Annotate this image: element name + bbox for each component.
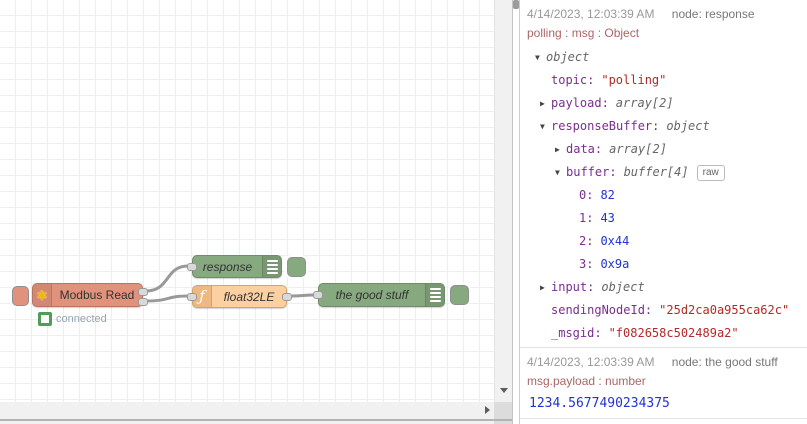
debug-message-meta: 4/14/2023, 12:03:39 AM node: response bbox=[527, 5, 799, 23]
debug-timestamp: 4/14/2023, 12:03:39 AM bbox=[527, 355, 655, 369]
wire-layer bbox=[144, 264, 316, 303]
node-label: float32LE bbox=[223, 289, 275, 304]
tree-row: ▼ buffer: buffer[4] raw bbox=[527, 161, 799, 184]
status-label: connected bbox=[56, 313, 107, 325]
scroll-down-arrow-icon[interactable] bbox=[500, 388, 508, 393]
tree-expand-icon[interactable]: ▶ bbox=[555, 138, 566, 161]
output-port-1[interactable] bbox=[138, 288, 148, 296]
debug-toggle-button[interactable] bbox=[450, 285, 469, 305]
tree-row: _msgid: "f082658c502489a2" bbox=[551, 326, 739, 340]
output-port-2[interactable] bbox=[138, 298, 148, 306]
tree-row: ▼ object bbox=[527, 46, 799, 69]
wire-float32le-to-goodstuff[interactable] bbox=[290, 293, 316, 298]
input-port[interactable] bbox=[313, 291, 323, 299]
debug-message[interactable]: 4/14/2023, 12:03:39 AM node: response po… bbox=[520, 0, 807, 348]
tree-row: ▶ data: array[2] bbox=[527, 138, 799, 161]
debug-toggle-button[interactable] bbox=[287, 257, 306, 277]
debug-list-icon bbox=[262, 256, 281, 277]
tree-expand-icon[interactable]: ▼ bbox=[555, 161, 566, 184]
raw-button[interactable]: raw bbox=[696, 164, 725, 181]
debug-source-node[interactable]: node: the good stuff bbox=[672, 355, 778, 369]
node-float32le-function[interactable]: ƒ float32LE bbox=[187, 285, 292, 308]
node-red-window: ✱ Modbus Read connected response ƒ float… bbox=[0, 0, 807, 424]
debug-object-tree: ▼ object topic: "polling" ▶ payload: arr… bbox=[527, 46, 799, 345]
tree-expand-icon[interactable]: ▶ bbox=[540, 92, 551, 115]
debug-message[interactable]: 4/14/2023, 12:03:39 AM node: the good st… bbox=[520, 348, 807, 419]
tree-row: ▶ payload: array[2] bbox=[527, 92, 799, 115]
node-goodstuff-debug[interactable]: the good stuff bbox=[313, 283, 469, 307]
tree-row: topic: "polling" bbox=[551, 73, 667, 87]
node-label: the good stuff bbox=[335, 288, 409, 302]
node-response-debug[interactable]: response bbox=[187, 255, 306, 278]
node-label: Modbus Read bbox=[59, 288, 135, 302]
debug-sidebar[interactable]: 4/14/2023, 12:03:39 AM node: response po… bbox=[520, 0, 807, 424]
status-ring-icon bbox=[38, 312, 52, 326]
wire-modbus-to-response[interactable] bbox=[144, 264, 190, 293]
tree-row: ▶ input: object bbox=[527, 276, 799, 299]
sidebar-splitter[interactable] bbox=[512, 0, 520, 424]
tree-expand-icon[interactable]: ▼ bbox=[540, 115, 551, 138]
debug-source-node[interactable]: node: response bbox=[672, 7, 755, 21]
modbus-icon: ✱ bbox=[33, 284, 52, 306]
tree-row: 1: 43 bbox=[579, 211, 615, 225]
input-port[interactable] bbox=[187, 263, 197, 271]
debug-message-meta: 4/14/2023, 12:03:39 AM node: the good st… bbox=[527, 353, 799, 371]
node-status: connected bbox=[38, 312, 107, 326]
modbus-node-button[interactable] bbox=[12, 286, 29, 306]
canvas-horizontal-scrollbar[interactable] bbox=[0, 402, 494, 419]
scroll-right-arrow-icon[interactable] bbox=[485, 406, 490, 414]
wire-modbus-to-float32le[interactable] bbox=[144, 294, 190, 303]
debug-payload-value: 1234.5677490234375 bbox=[529, 396, 670, 411]
canvas-vertical-scrollbar[interactable] bbox=[494, 0, 512, 402]
tree-expand-icon[interactable]: ▼ bbox=[535, 46, 546, 69]
splitter-grip[interactable] bbox=[513, 0, 519, 9]
debug-list-icon bbox=[425, 284, 444, 306]
output-port[interactable] bbox=[282, 293, 292, 301]
tree-row: sendingNodeId: "25d2ca0a955ca62c" bbox=[551, 303, 790, 317]
debug-message-path: msg.payload : number bbox=[527, 374, 646, 388]
tree-row: ▼ responseBuffer: object bbox=[527, 115, 799, 138]
debug-message-path: polling : msg : Object bbox=[527, 26, 640, 40]
node-modbus-read[interactable]: ✱ Modbus Read connected bbox=[12, 283, 148, 326]
node-label: response bbox=[202, 259, 253, 274]
tree-expand-icon[interactable]: ▶ bbox=[540, 276, 551, 299]
tree-row: 3: 0x9a bbox=[579, 257, 630, 271]
tree-row: 2: 0x44 bbox=[579, 234, 630, 248]
flow-canvas[interactable]: ✱ Modbus Read connected response ƒ float… bbox=[0, 0, 494, 402]
debug-timestamp: 4/14/2023, 12:03:39 AM bbox=[527, 7, 655, 21]
input-port[interactable] bbox=[187, 293, 197, 301]
tree-row: 0: 82 bbox=[579, 188, 615, 202]
